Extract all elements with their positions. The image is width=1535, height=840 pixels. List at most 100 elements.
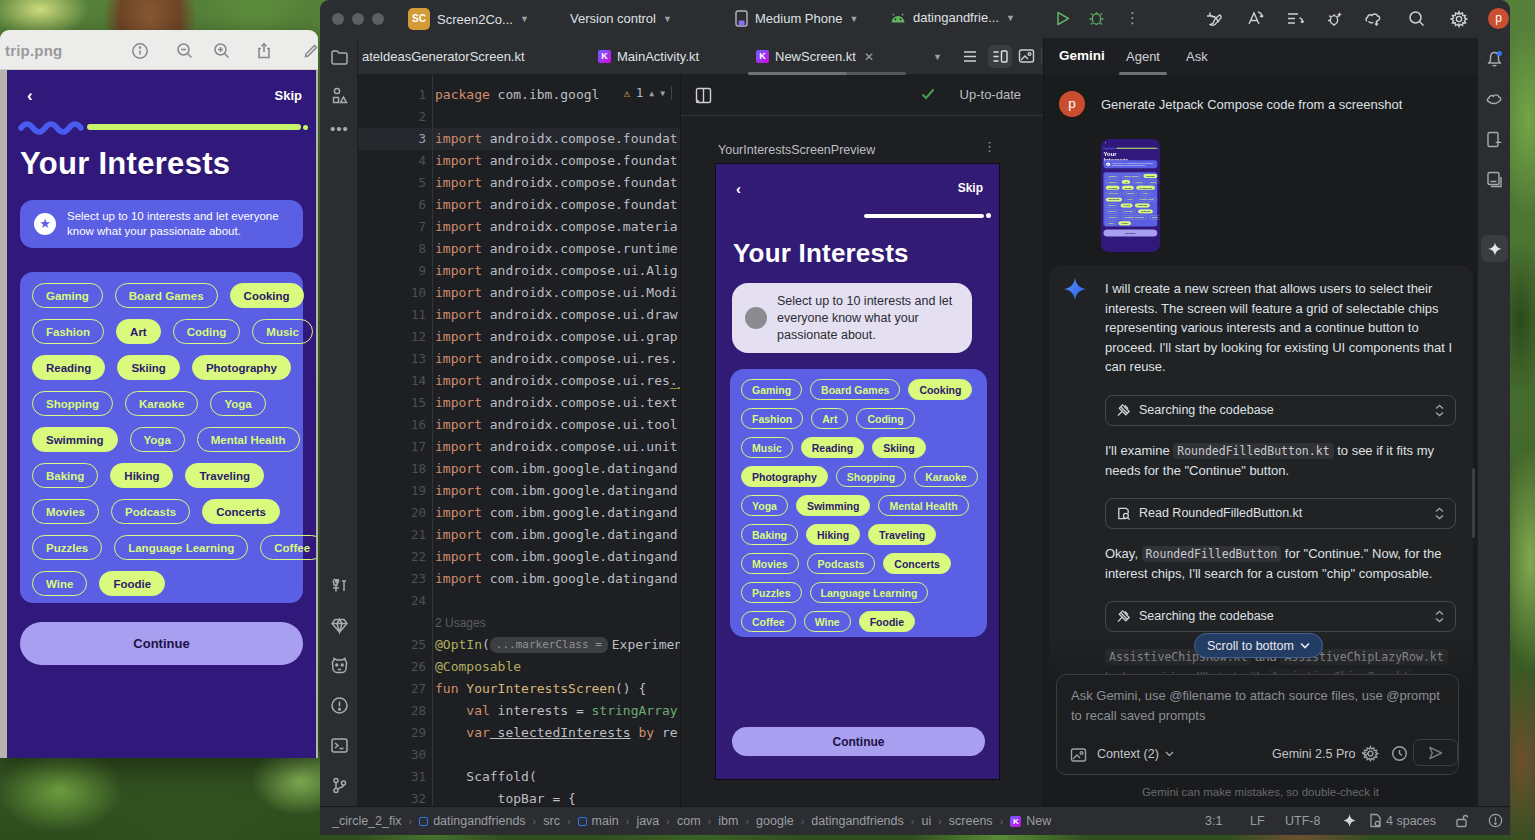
model-selector[interactable]: Gemini 2.5 Pro [1272,747,1370,761]
interest-chip-yoga[interactable]: Yoga [210,391,265,416]
interest-chip-hiking[interactable]: Hiking [110,463,173,488]
running-devices-icon[interactable] [1485,130,1504,149]
scroll-to-bottom-button[interactable]: Scroll to bottom [1194,633,1323,658]
interest-chip-baking[interactable]: Baking [741,524,798,545]
code-view-icon[interactable] [962,49,978,64]
ai-debug-icon[interactable] [1326,10,1344,27]
gemini-input-box[interactable]: Ask Gemini, use @filename to attach sour… [1056,674,1459,775]
breadcrumb-item[interactable]: _circle_2_fix [332,814,401,828]
settings-icon[interactable] [1450,10,1468,28]
interest-chip-puzzles[interactable]: Puzzles [741,582,802,603]
interest-chip-gaming[interactable]: Gaming [32,283,103,308]
interest-chip-skiing[interactable]: Skiing [117,355,180,380]
preview-view-icon[interactable] [1018,48,1035,64]
zoom-window-button[interactable] [372,13,384,25]
interest-chip-skiing[interactable]: Skiing [872,437,926,458]
interest-chip-karaoke[interactable]: Karaoke [914,466,977,487]
user-avatar[interactable]: p [1488,8,1509,29]
interest-chip-language-learning[interactable]: Language Learning [114,535,248,560]
interest-chip-music[interactable]: Music [252,319,313,344]
zoom-out-icon[interactable] [176,42,194,60]
context-selector[interactable]: Context (2) [1097,747,1174,761]
breadcrumb-item[interactable]: datingandfriends [419,814,525,828]
chat-scrollbar[interactable] [1472,468,1475,538]
interest-chip-movies[interactable]: Movies [32,499,99,524]
interest-chip-foodie[interactable]: Foodie [99,571,165,596]
interest-chip-music[interactable]: Music [741,437,793,458]
zoom-in-icon[interactable] [213,42,231,60]
interest-chip-reading[interactable]: Reading [801,437,864,458]
interest-chip-fashion[interactable]: Fashion [32,319,104,344]
interest-chip-swimming[interactable]: Swimming [796,495,871,516]
interest-chip-photography[interactable]: Photography [192,355,291,380]
notifications-icon[interactable] [1485,50,1504,69]
project-tool-icon[interactable] [330,48,349,67]
breadcrumb-item[interactable]: screens [949,814,993,828]
interest-chip-wine[interactable]: Wine [804,611,851,632]
indent-setting[interactable]: 4 spaces [1386,814,1436,828]
interest-chip-mental-health[interactable]: Mental Health [878,495,968,516]
breadcrumb-item[interactable]: datingandfriends [811,814,903,828]
inspections-widget[interactable]: ⚠1 ▲ ▼ [623,83,672,103]
search-icon[interactable] [1408,10,1426,28]
preview-options-icon[interactable]: ⋮ [983,139,996,154]
interest-chip-cooking[interactable]: Cooking [908,379,972,400]
run-config-selector[interactable]: datingandfrie... ▼ [890,10,1015,25]
interest-chip-coffee[interactable]: Coffee [260,535,316,560]
attach-image-icon[interactable] [1070,747,1087,763]
run-button[interactable] [1055,10,1071,27]
breadcrumb-item[interactable]: google [756,814,794,828]
interest-chip-movies[interactable]: Movies [741,553,799,574]
interest-chip-board-games[interactable]: Board Games [810,379,900,400]
interest-chip-coding[interactable]: Coding [856,408,914,429]
close-window-button[interactable] [332,13,344,25]
tab-mainactivity[interactable]: K MainActivity.kt [598,38,699,75]
device-explorer-icon[interactable] [330,616,349,635]
terminal-tool-icon[interactable] [330,736,349,755]
background-tasks-icon[interactable] [1488,813,1503,828]
project-widget[interactable]: SC Screen2Co... ▼ [408,8,529,30]
layout-inspector-icon[interactable] [1485,170,1504,189]
interest-chip-art[interactable]: Art [811,408,848,429]
tool-call-card[interactable]: Searching the codebase [1105,395,1456,426]
interest-chip-photography[interactable]: Photography [741,466,828,487]
info-icon[interactable] [131,42,149,60]
breadcrumb-item[interactable]: ibm [718,814,738,828]
history-icon[interactable] [1391,745,1408,762]
interest-chip-podcasts[interactable]: Podcasts [111,499,190,524]
tool-call-card[interactable]: Read RoundedFilledButton.kt [1105,498,1456,529]
profiler-tool-icon[interactable] [330,656,349,675]
interest-chip-gaming[interactable]: Gaming [741,379,802,400]
breadcrumb-item[interactable]: src [543,814,560,828]
gemini-tool-icon[interactable] [1485,90,1504,109]
interest-chip-shopping[interactable]: Shopping [836,466,906,487]
hidden-tabs-chevron[interactable]: ▼ [933,52,942,62]
interest-chip-yoga[interactable]: Yoga [130,427,185,452]
breadcrumbs[interactable]: _circle_2_fix›datingandfriends›src›main›… [332,807,1202,835]
edit-icon[interactable] [302,42,318,60]
interest-chip-hiking[interactable]: Hiking [806,524,860,545]
interest-chip-puzzles[interactable]: Puzzles [32,535,102,560]
tab-ask[interactable]: Ask [1186,49,1208,64]
split-view-icon[interactable] [988,45,1012,68]
interest-chip-art[interactable]: Art [116,319,161,344]
prev-warning-icon[interactable]: ▲ [649,89,654,98]
sync-icon[interactable] [1286,10,1304,27]
device-selector[interactable]: Medium Phone ▼ [735,10,858,27]
interest-chip-concerts[interactable]: Concerts [883,553,951,574]
breadcrumb-item[interactable]: java [636,814,659,828]
problems-tool-icon[interactable] [330,696,349,715]
interest-chip-yoga[interactable]: Yoga [741,495,788,516]
interest-chip-coffee[interactable]: Coffee [741,611,796,632]
attachment-thumbnail[interactable]: ‹ Skip Your Interests ★ Select up to 10 … [1101,139,1160,252]
tab-newscreen[interactable]: K NewScreen.kt ✕ [756,38,874,75]
share-icon[interactable] [255,42,273,60]
structure-tool-icon[interactable] [330,86,349,105]
compose-preview-phone[interactable]: ‹ Skip Your Interests Select up to 10 in… [715,163,1000,780]
next-warning-icon[interactable]: ▼ [660,89,665,98]
tab-dateideasgeneratorscreen[interactable]: ateldeasGeneratorScreen.kt [362,38,525,75]
vcs-widget[interactable]: Version control ▼ [570,11,672,26]
ai-sparkle-icon[interactable] [1342,813,1357,828]
interest-chip-traveling[interactable]: Traveling [868,524,936,545]
interest-chip-mental-health[interactable]: Mental Health [197,427,300,452]
